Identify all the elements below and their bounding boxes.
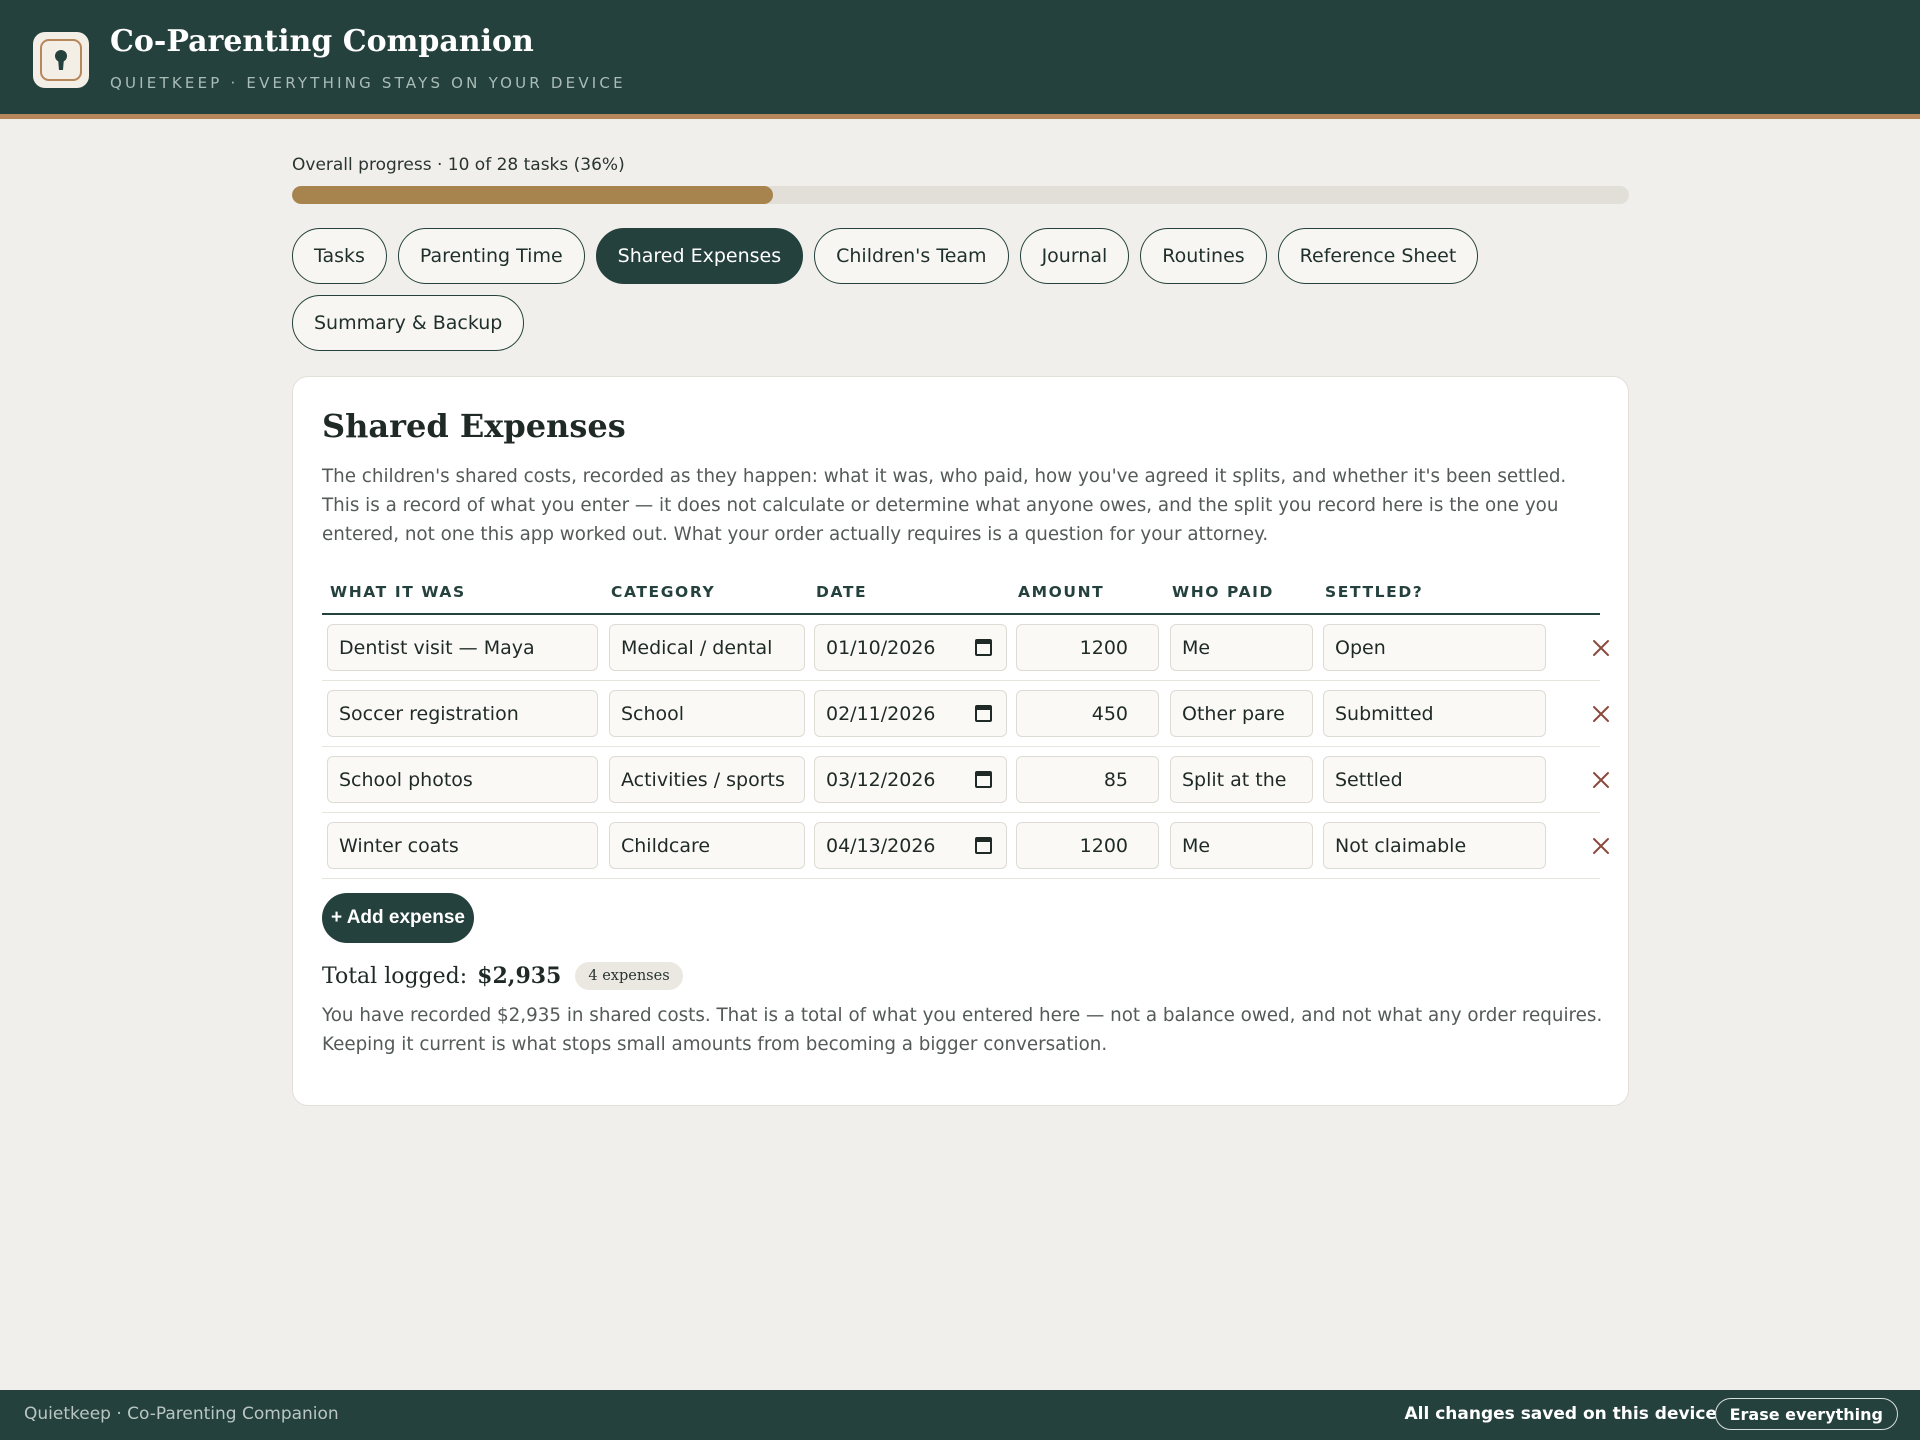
date-field[interactable]: 01/10/2026 <box>814 624 1007 671</box>
date-value: 03/12/2026 <box>826 768 936 791</box>
calendar-icon[interactable] <box>975 705 992 722</box>
category-field[interactable]: Childcare <box>609 822 805 869</box>
close-icon[interactable] <box>1588 701 1614 727</box>
close-icon[interactable] <box>1588 833 1614 859</box>
tab-parenting-time[interactable]: Parenting Time <box>397 228 585 284</box>
tab-summary-backup[interactable]: Summary & Backup <box>292 295 525 351</box>
tab-reference-sheet[interactable]: Reference Sheet <box>1277 228 1479 284</box>
keyhole-icon <box>55 50 67 70</box>
column-header-settled: SETTLED? <box>1325 583 1424 601</box>
app-footer: Quietkeep · Co-Parenting Companion All c… <box>0 1390 1920 1440</box>
category-field[interactable]: School <box>609 690 805 737</box>
app-title: Co-Parenting Companion <box>110 24 534 59</box>
date-field[interactable]: 04/13/2026 <box>814 822 1007 869</box>
calendar-icon[interactable] <box>975 837 992 854</box>
what-it-was-field[interactable]: School photos <box>327 756 598 803</box>
who-paid-field[interactable]: Me <box>1170 822 1313 869</box>
column-header-what: WHAT IT WAS <box>330 583 466 601</box>
date-value: 02/11/2026 <box>826 702 936 725</box>
date-field[interactable]: 03/12/2026 <box>814 756 1007 803</box>
table-row: Dentist visit — Maya Medical / dental 01… <box>322 615 1609 681</box>
category-field[interactable]: Activities / sports <box>609 756 805 803</box>
tab-childrens-team[interactable]: Children's Team <box>814 228 1009 284</box>
what-it-was-field[interactable]: Dentist visit — Maya <box>327 624 598 671</box>
amount-field[interactable]: 1200 <box>1016 624 1159 671</box>
tab-tasks[interactable]: Tasks <box>292 228 387 284</box>
section-tabs: Tasks Parenting Time Shared Expenses Chi… <box>292 228 1632 351</box>
date-value: 01/10/2026 <box>826 636 936 659</box>
total-line: Total logged: $2,935 4 expenses <box>322 962 683 990</box>
table-row: Soccer registration School 02/11/2026 45… <box>322 681 1609 747</box>
app-logo <box>33 32 89 88</box>
close-icon[interactable] <box>1588 767 1614 793</box>
settled-select[interactable]: Not claimable <box>1323 822 1546 869</box>
what-it-was-field[interactable]: Soccer registration <box>327 690 598 737</box>
what-it-was-field[interactable]: Winter coats <box>327 822 598 869</box>
tab-routines[interactable]: Routines <box>1140 228 1267 284</box>
calendar-icon[interactable] <box>975 639 992 656</box>
column-header-amount: AMOUNT <box>1018 583 1105 601</box>
app-header: Co-Parenting Companion QUIETKEEP · EVERY… <box>0 0 1920 119</box>
erase-everything-button[interactable]: Erase everything <box>1714 1398 1898 1430</box>
table-row: School photos Activities / sports 03/12/… <box>322 747 1609 813</box>
settled-select[interactable]: Open <box>1323 624 1546 671</box>
page-title: Shared Expenses <box>322 407 626 445</box>
date-value: 04/13/2026 <box>826 834 936 857</box>
table-row: Winter coats Childcare 04/13/2026 1200 M… <box>322 813 1609 879</box>
progress-bar <box>292 186 1629 204</box>
tab-shared-expenses[interactable]: Shared Expenses <box>595 228 804 284</box>
column-header-category: CATEGORY <box>611 583 716 601</box>
expense-count-badge: 4 expenses <box>575 962 683 990</box>
amount-field[interactable]: 450 <box>1016 690 1159 737</box>
settled-select[interactable]: Submitted <box>1323 690 1546 737</box>
settled-select[interactable]: Settled <box>1323 756 1546 803</box>
who-paid-field[interactable]: Me <box>1170 624 1313 671</box>
expenses-table-body: Dentist visit — Maya Medical / dental 01… <box>322 615 1609 879</box>
progress-bar-fill <box>292 186 774 204</box>
date-field[interactable]: 02/11/2026 <box>814 690 1007 737</box>
progress-label: Overall progress · 10 of 28 tasks (36%) <box>292 155 625 175</box>
who-paid-field[interactable]: Other pare <box>1170 690 1313 737</box>
app-subtitle: QUIETKEEP · EVERYTHING STAYS ON YOUR DEV… <box>110 74 626 92</box>
expenses-card: Shared Expenses The children's shared co… <box>292 376 1629 1106</box>
category-field[interactable]: Medical / dental <box>609 624 805 671</box>
who-paid-field[interactable]: Split at the <box>1170 756 1313 803</box>
total-label: Total logged: <box>322 963 468 989</box>
section-description: The children's shared costs, recorded as… <box>322 466 1567 545</box>
close-icon[interactable] <box>1588 635 1614 661</box>
column-header-date: DATE <box>816 583 868 601</box>
total-note: You have recorded $2,935 in shared costs… <box>322 1005 1603 1055</box>
tab-journal[interactable]: Journal <box>1019 228 1130 284</box>
footer-app-name: Quietkeep · Co-Parenting Companion <box>24 1404 339 1424</box>
amount-field[interactable]: 1200 <box>1016 822 1159 869</box>
total-value: $2,935 <box>477 963 562 989</box>
calendar-icon[interactable] <box>975 771 992 788</box>
amount-field[interactable]: 85 <box>1016 756 1159 803</box>
save-status: All changes saved on this device <box>1404 1404 1717 1424</box>
add-expense-button[interactable]: + Add expense <box>322 893 474 943</box>
table-header: WHAT IT WAS CATEGORY DATE AMOUNT WHO PAI… <box>322 577 1600 615</box>
column-header-who-paid: WHO PAID <box>1172 583 1275 601</box>
